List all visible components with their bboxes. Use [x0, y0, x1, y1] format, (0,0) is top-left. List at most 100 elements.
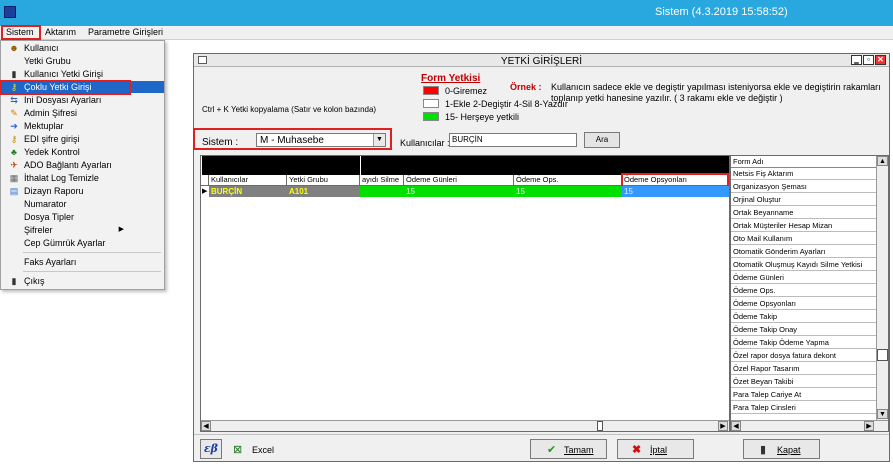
- scroll-down-icon[interactable]: ▼: [877, 409, 888, 419]
- form-list-item[interactable]: Otomatik Gönderim Ayarları: [731, 246, 876, 258]
- menu-item-cep-gumruk-ayarlar[interactable]: Cep Gümrük Ayarlar: [2, 237, 164, 249]
- menu-parametre-girisleri[interactable]: Parametre Girişleri: [88, 27, 163, 37]
- submenu-arrow-icon: ▶: [118, 226, 124, 233]
- menu-item-coklu-yetki-girisi[interactable]: ⚷ Çoklu Yetki Girişi: [2, 81, 164, 93]
- minimize-button[interactable]: ‗: [851, 55, 862, 65]
- menu-item-admin-sifresi[interactable]: ✎ Admin Şifresi: [2, 107, 164, 119]
- form-list-item[interactable]: Ödeme Ops.: [731, 285, 876, 297]
- menu-separator: [23, 271, 161, 272]
- legend-title: Form Yetkisi: [421, 73, 481, 84]
- col-header-odeme-ops[interactable]: Ödeme Ops.: [514, 175, 622, 186]
- menu-item-dizayn-raporu[interactable]: ▤ Dizayn Raporu: [2, 185, 164, 197]
- cell-odeme-opsyonlari[interactable]: 15: [622, 186, 729, 197]
- cell-odeme-ops[interactable]: 15: [514, 186, 622, 197]
- chevron-down-icon[interactable]: ▼: [373, 134, 385, 146]
- legend-item-giremez: 0-Giremez: [445, 86, 488, 96]
- menu-item-edi-sifre-girisi[interactable]: ⚷ EDI şifre girişi: [2, 133, 164, 145]
- form-list-item[interactable]: Ödeme Takip: [731, 311, 876, 323]
- row-indicator-icon[interactable]: ▶: [201, 186, 209, 197]
- menu-item-kullanici-yetki-girisi[interactable]: ▮ Kullanıcı Yetki Girişi: [2, 68, 164, 80]
- legend-item-ekle-degistir: 1-Ekle 2-Degiştir 4-Sil 8-Yazdır: [445, 99, 568, 109]
- legend-item-herseye-yetkili: 15- Herşeye yetkili: [445, 112, 520, 122]
- arrow-icon: ➔: [10, 121, 18, 131]
- form-list-item[interactable]: Orjinal Oluştur: [731, 194, 876, 206]
- menu-bar: Sistem Aktarım Parametre Girişleri: [0, 26, 893, 40]
- form-list-item[interactable]: Oto Mail Kullanım: [731, 233, 876, 245]
- sistem-dropdown-menu: ☻ Kullanıcı Yetki Grubu ▮ Kullanıcı Yetk…: [0, 40, 165, 290]
- broom-icon: ▦: [9, 173, 19, 183]
- menu-item-dosya-tipler[interactable]: Dosya Tipler: [2, 211, 164, 223]
- col-header-odeme-opsyonlari[interactable]: Ödeme Opsyonları: [622, 175, 729, 186]
- form-list-item[interactable]: Para Talep Cinsleri: [731, 402, 876, 414]
- maximize-button[interactable]: ▫: [863, 55, 874, 65]
- form-list-item[interactable]: Netsis Fiş Aktarım: [731, 168, 876, 180]
- scroll-up-icon[interactable]: ▲: [877, 156, 888, 166]
- scroll-right-icon[interactable]: ▶: [864, 421, 874, 431]
- form-list-item[interactable]: Otomatik Oluşmuş Kayıdı Silme Yetkisi: [731, 259, 876, 271]
- menu-item-ithalat-log-temizle[interactable]: ▦ İthalat Log Temizle: [2, 172, 164, 184]
- col-header-kullanicilar[interactable]: Kullanıcılar: [209, 175, 287, 186]
- yetki-girisleri-window: YETKİ GİRİŞLERİ ‗ ▫ ✕ Ctrl + K Yetki kop…: [193, 53, 890, 462]
- menu-item-numarator[interactable]: Numarator: [2, 198, 164, 210]
- form-list-item[interactable]: Özel rapor dosya fatura dekont: [731, 350, 876, 362]
- excel-button[interactable]: ⊠ Excel: [224, 439, 296, 459]
- scroll-left-icon[interactable]: ◀: [201, 421, 211, 431]
- menu-item-faks-ayarlari[interactable]: Faks Ayarları: [2, 256, 164, 268]
- form-list-item[interactable]: Ödeme Opsyonları: [731, 298, 876, 310]
- menu-item-yedek-kontrol[interactable]: ♣ Yedek Kontrol: [2, 146, 164, 158]
- menu-item-kullanici[interactable]: ☻ Kullanıcı: [2, 42, 164, 54]
- logo-button[interactable]: εβ: [200, 439, 222, 459]
- menu-aktarim[interactable]: Aktarım: [45, 27, 76, 37]
- form-list-item[interactable]: Ortak Beyanname: [731, 207, 876, 219]
- kapat-button[interactable]: ▮ Kapat: [743, 439, 820, 459]
- menu-item-ini-dosyasi-ayarlari[interactable]: ⇆ Ini Dosyası Ayarları: [2, 94, 164, 106]
- form-list-item[interactable]: Para Talep Cariye At: [731, 389, 876, 401]
- form-list-vertical-scrollbar[interactable]: ▲ ▼: [876, 156, 888, 420]
- menu-item-mektuplar[interactable]: ➔ Mektuplar: [2, 120, 164, 132]
- plug-icon: ✈: [10, 160, 18, 170]
- col-header-yetki-grubu[interactable]: Yetki Grubu: [287, 175, 360, 186]
- menu-sistem[interactable]: Sistem: [6, 27, 34, 37]
- tree-icon: ♣: [11, 147, 17, 157]
- grid-band-header: [201, 156, 729, 175]
- menu-item-sifreler[interactable]: Şifreler ▶: [2, 224, 164, 236]
- form-list-item[interactable]: Ödeme Takip Ödeme Yapma: [731, 337, 876, 349]
- x-icon: ✖: [632, 444, 642, 456]
- col-header-kaydi-silme[interactable]: ayıdı Silme: [360, 175, 404, 186]
- menu-item-cikis[interactable]: ▮ Çıkış: [2, 275, 164, 287]
- window-title: YETKİ GİRİŞLERİ: [500, 56, 583, 67]
- menu-item-yetki-grubu[interactable]: Yetki Grubu: [2, 55, 164, 67]
- form-list-item[interactable]: Özet Beyan Takibi: [731, 376, 876, 388]
- check-icon: ✔: [547, 444, 557, 456]
- cell-kaydi-silme[interactable]: [360, 186, 404, 197]
- form-list-horizontal-scrollbar[interactable]: ◀ ▶: [731, 420, 888, 431]
- form-list-item[interactable]: Ödeme Takip Onay: [731, 324, 876, 336]
- cell-kullanici[interactable]: BURÇİN: [209, 186, 287, 197]
- form-list-item[interactable]: Ortak Müşteriler Hesap Mizan: [731, 220, 876, 232]
- iptal-button[interactable]: ✖ İptal: [617, 439, 694, 459]
- form-list: Form Adı Netsis Fiş Aktarım Organizasyon …: [730, 155, 889, 432]
- scroll-thumb[interactable]: [597, 421, 603, 431]
- sistem-select[interactable]: M - Muhasebe ▼: [256, 133, 386, 147]
- kullanicilar-input[interactable]: BURÇİN: [449, 133, 577, 147]
- scroll-left-icon[interactable]: ◀: [731, 421, 741, 431]
- menu-item-ado-baglanti-ayarlari[interactable]: ✈ ADO Bağlantı Ayarları: [2, 159, 164, 171]
- cell-yetki-grubu[interactable]: A101: [287, 186, 360, 197]
- cell-odeme-gunleri[interactable]: 15: [404, 186, 514, 197]
- col-header-odeme-gunleri[interactable]: Ödeme Günleri: [404, 175, 514, 186]
- copy-hint: Ctrl + K Yetki kopyalama (Satır ve kolon…: [202, 105, 377, 114]
- form-list-item[interactable]: Ödeme Günleri: [731, 272, 876, 284]
- grid-band-divider: [360, 156, 361, 175]
- pencil-icon: ✎: [10, 108, 18, 118]
- tamam-button[interactable]: ✔ Tamam: [530, 439, 607, 459]
- ara-button[interactable]: Ara: [584, 132, 620, 148]
- sistem-label: Sistem :: [202, 137, 239, 148]
- form-list-item[interactable]: Özel Rapor Tasarım: [731, 363, 876, 375]
- window-title-bar: YETKİ GİRİŞLERİ ‗ ▫ ✕: [194, 54, 889, 67]
- legend-swatch-green: [423, 112, 439, 121]
- form-list-item[interactable]: Organizasyon Şeması: [731, 181, 876, 193]
- close-button[interactable]: ✕: [875, 55, 886, 65]
- grid-horizontal-scrollbar[interactable]: ◀ ▶: [201, 420, 729, 431]
- scroll-thumb[interactable]: [877, 349, 888, 361]
- scroll-right-icon[interactable]: ▶: [718, 421, 728, 431]
